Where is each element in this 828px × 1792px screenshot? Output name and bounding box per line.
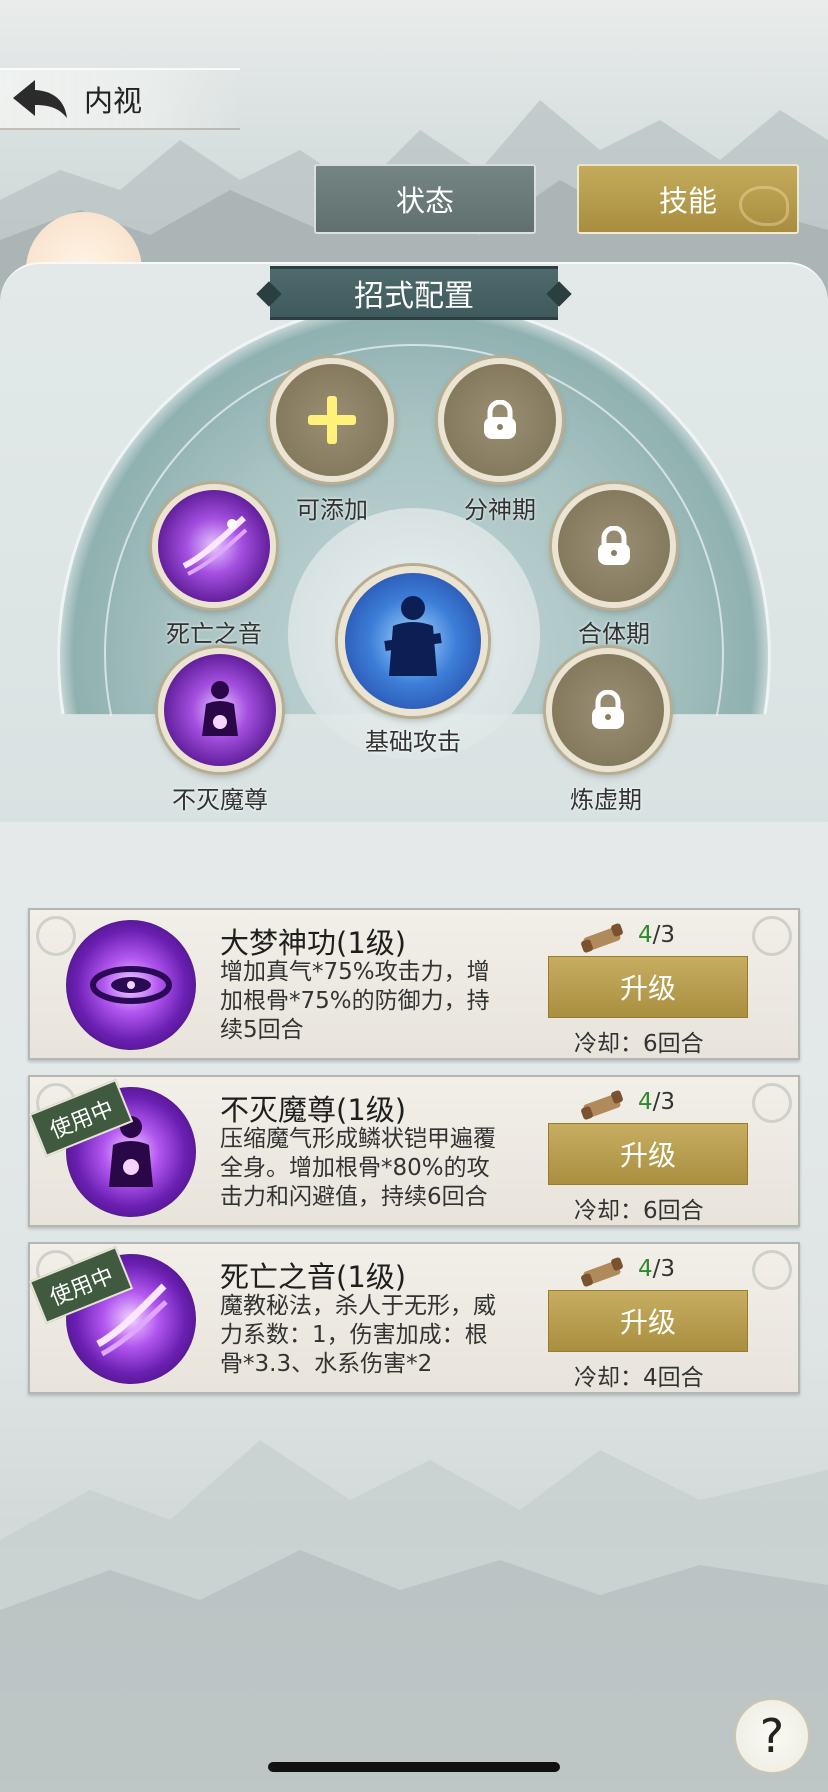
slot-label: 基础攻击 [365,728,461,756]
tab-skill[interactable]: 技能 [577,164,799,234]
back-button[interactable] [0,68,80,130]
back-arrow-icon [13,80,67,118]
lock-icon [592,690,624,729]
death-sound-skill-icon [182,515,248,576]
skill-description: 增加真气*75%攻击力，增加根骨*75%的防御力，持续5回合 [220,959,490,1043]
upgrade-button[interactable]: 升级 [548,956,748,1018]
material-count: 4/3 [638,922,676,948]
skill-name: 不灭魔尊(1级) [220,1093,407,1127]
skill-card: 使用中 死亡之音(1级) 魔教秘法，杀人于无形，威力系数：1，伤害加成：根骨*3… [28,1242,800,1394]
skill-name: 大梦神功(1级) [220,926,407,960]
material-count: 4/3 [638,1089,676,1115]
scroll-icon [581,923,623,953]
slot-label: 不灭魔尊 [172,786,268,814]
skill-description: 魔教秘法，杀人于无形，威力系数：1，伤害加成：根骨*3.3、水系伤害*2 [220,1293,496,1377]
slot-locked-fenshen[interactable] [438,358,562,482]
plus-icon [308,396,356,444]
cooldown: 冷却：6回合 [574,1031,704,1057]
slot-add[interactable] [270,358,394,482]
dream-skill-icon [66,920,196,1050]
slot-label: 炼虚期 [570,786,642,814]
slot-label: 合体期 [578,620,650,648]
slot-label: 死亡之音 [166,620,262,648]
material-count: 4/3 [638,1256,676,1282]
header: 内视 [0,68,240,130]
tab-status[interactable]: 状态 [314,164,536,234]
slot-label: 可添加 [296,496,368,524]
upgrade-button[interactable]: 升级 [548,1290,748,1352]
scroll-icon [581,1090,623,1120]
mountain-backdrop-bottom [0,1440,828,1792]
immortal-demon-skill-icon [202,681,238,736]
slot-death-sound[interactable] [152,484,276,608]
skill-description: 压缩魔气形成鳞状铠甲遍覆全身。增加根骨*80%的攻击力和闪避值，持续6回合 [220,1126,496,1210]
skill-card: 使用中 不灭魔尊(1级) 压缩魔气形成鳞状铠甲遍覆全身。增加根骨*80%的攻击力… [28,1075,800,1227]
scroll-icon [581,1257,623,1287]
page-title: 内视 [84,84,143,118]
lock-icon [598,526,630,565]
slot-locked-lianxu[interactable] [546,648,670,772]
help-button[interactable]: ? [734,1698,810,1774]
upgrade-button[interactable]: 升级 [548,1123,748,1185]
home-indicator [268,1762,560,1772]
skill-card: 大梦神功(1级) 增加真气*75%攻击力，增加根骨*75%的防御力，持续5回合 … [28,908,800,1060]
lock-icon [484,400,516,439]
slot-immortal-demon[interactable] [158,648,282,772]
slot-basic-attack[interactable] [338,566,488,716]
formation-title: 招式配置 [270,266,558,320]
basic-attack-skill-icon [384,596,442,676]
skill-name: 死亡之音(1级) [220,1260,407,1294]
slot-locked-heti[interactable] [552,484,676,608]
cooldown: 冷却：6回合 [574,1198,704,1224]
cooldown: 冷却：4回合 [574,1365,704,1391]
slot-label: 分神期 [464,496,536,524]
